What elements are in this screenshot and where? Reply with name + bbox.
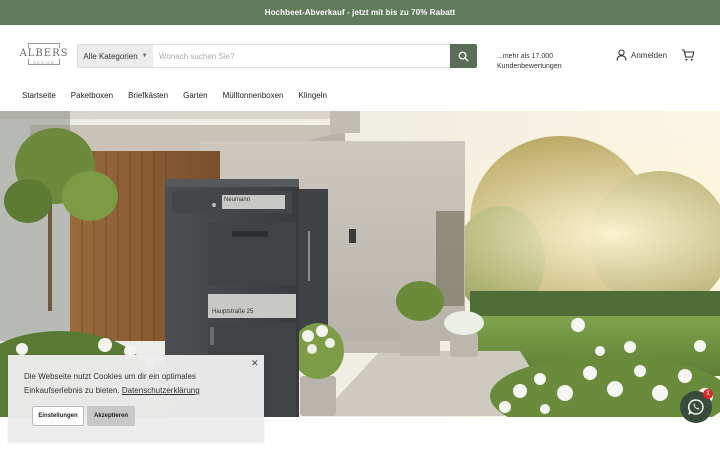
whatsapp-icon [688,399,704,415]
cart-button[interactable] [681,48,695,62]
cookie-settings-button[interactable]: Einstellungen [32,406,84,426]
reviews-link[interactable]: ...mehr als 17.000 Kundenbewertungen [497,52,562,72]
logo-text: ALBERS [18,47,70,59]
reviews-line-2: Kundenbewertungen [497,63,562,70]
category-select-label: Alle Kategorien [83,51,138,61]
nav-item-klingeln[interactable]: Klingeln [299,91,327,103]
cookie-accept-button[interactable]: Akzeptieren [87,406,135,426]
chat-notification-badge: 1 [703,389,713,399]
chevron-down-icon: ▼ [141,53,148,59]
search-bar: Alle Kategorien ▼ [77,44,477,68]
cookie-banner: ✕ Die Webseite nutzt Cookies um dir ein … [8,355,264,442]
user-icon [616,49,627,61]
nav-item-garten[interactable]: Garten [183,91,207,103]
login-link[interactable]: Anmelden [616,48,667,62]
privacy-policy-link[interactable]: Datenschutzerklärung [122,386,200,395]
nav-item-briefkaesten[interactable]: Briefkästen [128,91,168,103]
search-button[interactable] [450,44,477,68]
main-nav: Startseite Paketboxen Briefkästen Garten… [22,91,327,103]
nav-item-startseite[interactable]: Startseite [22,91,56,103]
mailbox-address-plate: Hauptstraße 25 [212,309,254,315]
cart-icon [682,49,695,61]
login-label: Anmelden [631,50,668,60]
search-icon [458,51,469,62]
site-header: ALBERS DESIGN Alle Kategorien ▼ ...mehr … [0,25,720,87]
cookie-text: Die Webseite nutzt Cookies um dir ein op… [24,370,244,398]
cookie-close-button[interactable]: ✕ [251,358,259,369]
mailbox-name-plate: Neumann [224,197,251,203]
nav-item-paketboxen[interactable]: Paketboxen [71,91,113,103]
logo-subtext: DESIGN [33,59,55,65]
promo-banner[interactable]: Hochbeet-Abverkauf - jetzt mit bis zu 70… [0,0,720,25]
category-select[interactable]: Alle Kategorien ▼ [77,44,153,68]
search-input[interactable] [153,44,450,68]
nav-item-muelltonnenboxen[interactable]: Mülltonnenboxen [223,91,284,103]
close-icon: ✕ [251,358,259,368]
logo[interactable]: ALBERS DESIGN [18,41,70,71]
promo-text: Hochbeet-Abverkauf - jetzt mit bis zu 70… [264,8,456,17]
reviews-line-1: ...mehr als 17.000 [497,53,554,60]
